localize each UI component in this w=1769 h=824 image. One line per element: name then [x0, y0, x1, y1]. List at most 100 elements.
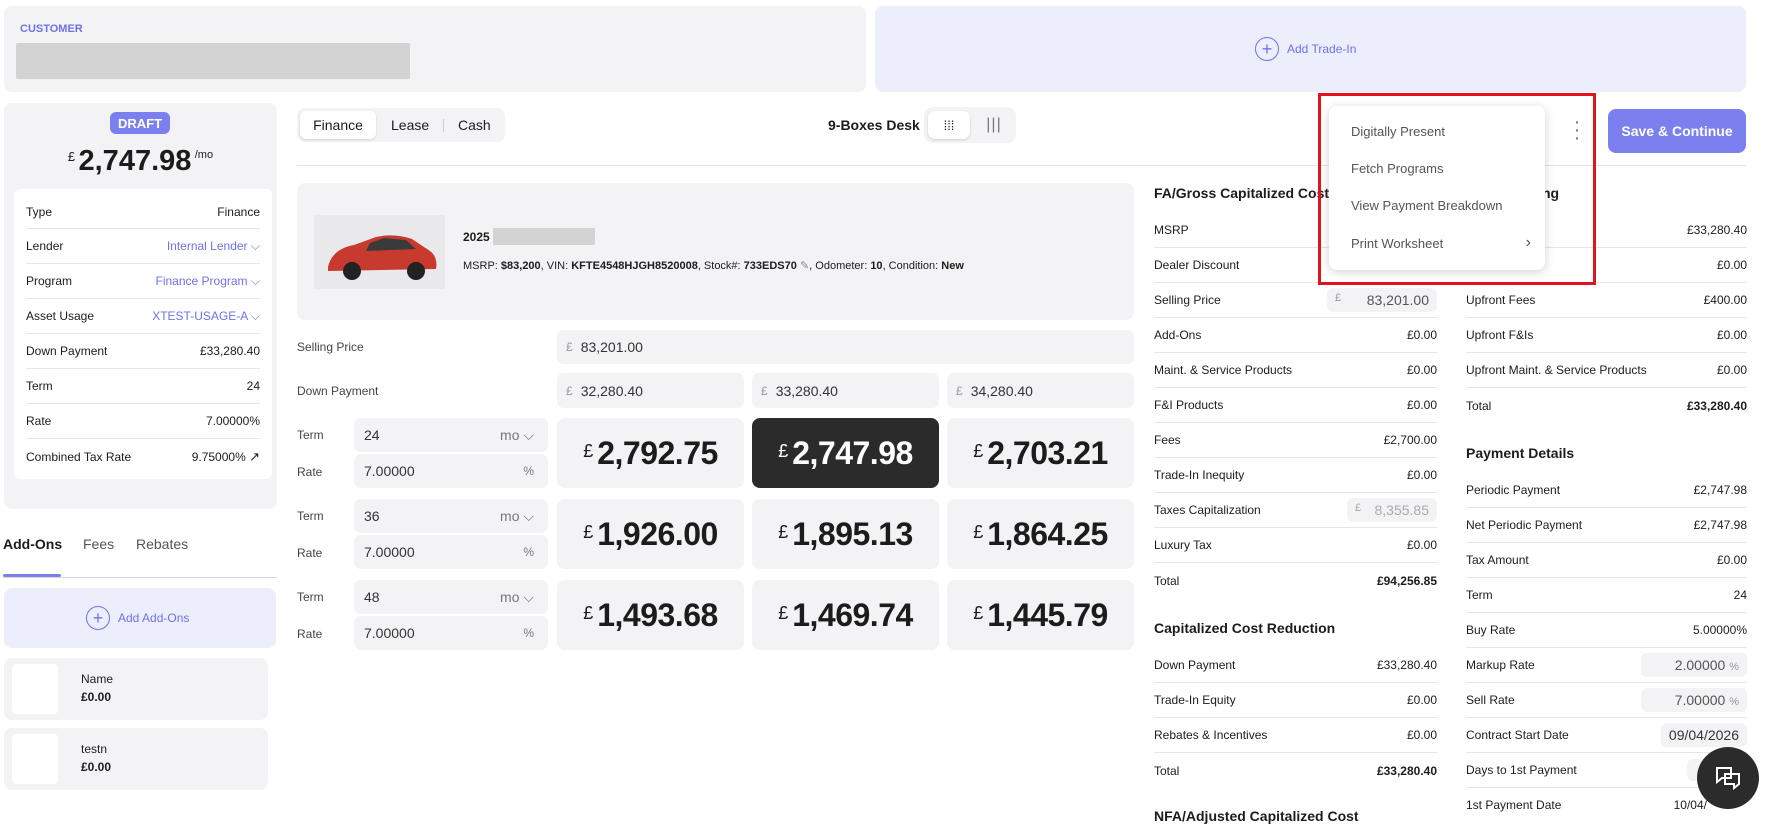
payment-row: Tax Amount £0.00: [1466, 543, 1747, 578]
summary-row-lender[interactable]: Lender Internal Lender ⌵: [26, 229, 260, 264]
chevron-down-icon: ⌵: [250, 273, 260, 288]
payment-cell[interactable]: £2,792.75: [557, 418, 744, 488]
sell-rate-field[interactable]: 7.00000 %: [1641, 688, 1747, 712]
fa-title: FA/Gross Capitalized Cost: [1154, 185, 1330, 201]
summary-row-program[interactable]: Program Finance Program ⌵: [26, 264, 260, 299]
chat-support-button[interactable]: [1697, 747, 1759, 809]
payment-cell[interactable]: £1,895.13: [752, 499, 939, 569]
options-menu: Digitally Present Fetch Programs View Pa…: [1329, 106, 1545, 270]
fa-total-row: Total £94,256.85: [1154, 573, 1437, 588]
payment-cell[interactable]: £1,864.25: [947, 499, 1134, 569]
vehicle-year: 2025: [463, 230, 490, 244]
addon-item[interactable]: testn £0.00: [4, 728, 268, 790]
plus-circle-icon: +: [1255, 37, 1279, 61]
fa-row: Add-Ons £0.00: [1154, 318, 1437, 353]
payment-cell[interactable]: £2,703.21: [947, 418, 1134, 488]
down-payment-input-2[interactable]: £33,280.40: [752, 373, 939, 408]
grid-view-icon[interactable]: ⁞⁞⁞: [928, 111, 970, 139]
selling-price-field[interactable]: £83,201.00: [1327, 288, 1437, 312]
summary-row-term: Term 24: [26, 369, 260, 404]
customer-label: CUSTOMER: [20, 23, 83, 35]
rate-input[interactable]: 7.00000%: [354, 616, 548, 650]
customer-name-redacted: [16, 43, 410, 79]
down-payment-input-3[interactable]: £34,280.40: [947, 373, 1134, 408]
menu-item-view-payment-breakdown[interactable]: View Payment Breakdown: [1351, 198, 1503, 213]
vehicle-card: 2025 MSRP: $83,200, VIN: KFTE4548HJGH852…: [297, 183, 1134, 320]
term-input[interactable]: 24 mo ⌵: [354, 418, 548, 452]
arrow-up-right-icon[interactable]: ↗: [249, 449, 260, 464]
tab-rebates[interactable]: Rebates: [136, 536, 188, 552]
ccr-total-row: Total £33,280.40: [1154, 763, 1437, 778]
payment-row: Markup Rate 2.00000 %: [1466, 648, 1747, 683]
customer-card: CUSTOMER: [4, 6, 866, 92]
rate-input[interactable]: 7.00000%: [354, 535, 548, 569]
summary-row-down-payment: Down Payment £33,280.40: [26, 334, 260, 369]
tab-divider: [443, 119, 444, 132]
tab-addons[interactable]: Add-Ons: [3, 536, 62, 552]
menu-item-print-worksheet[interactable]: Print Worksheet ›: [1351, 234, 1531, 252]
term-input[interactable]: 48 mo ⌵: [354, 580, 548, 614]
addon-thumbnail: [12, 664, 58, 714]
term-label: Term: [297, 509, 324, 523]
term-input[interactable]: 36 mo ⌵: [354, 499, 548, 533]
summary-row-asset-usage[interactable]: Asset Usage XTEST-USAGE-A ⌵: [26, 299, 260, 334]
tab-finance[interactable]: Finance: [300, 111, 376, 139]
ccr-row: Down Payment £33,280.40: [1154, 648, 1437, 683]
payment-details-title: Payment Details: [1466, 445, 1575, 461]
payment-row: Buy Rate 5.00000%: [1466, 613, 1747, 648]
tab-lease[interactable]: Lease: [391, 117, 429, 133]
addon-price: £0.00: [81, 760, 112, 774]
chat-icon: [1716, 767, 1740, 791]
summary-per: /mo: [194, 149, 214, 161]
desk-view-toggle: ⁞⁞⁞ |||: [924, 107, 1016, 143]
addon-name: testn: [81, 742, 108, 756]
payment-row: Contract Start Date 09/04/2026: [1466, 718, 1747, 753]
rate-label: Rate: [297, 465, 323, 479]
edit-pencil-icon[interactable]: ✎: [800, 260, 809, 272]
menu-item-digitally-present[interactable]: Digitally Present: [1351, 124, 1445, 139]
columns-view-icon[interactable]: |||: [978, 113, 1010, 137]
deal-type-tabs: Finance Lease Cash: [297, 108, 505, 142]
taxes-capitalization-field[interactable]: £8,355.85: [1347, 498, 1437, 522]
down-payment-input-1[interactable]: £32,280.40: [557, 373, 744, 408]
save-continue-button[interactable]: Save & Continue: [1608, 109, 1746, 153]
add-addons-button[interactable]: + Add Add-Ons: [4, 588, 276, 648]
fa-row: Trade-In Inequity £0.00: [1154, 458, 1437, 493]
fa-row: Fees £2,700.00: [1154, 423, 1437, 458]
chevron-right-icon: ›: [1525, 234, 1531, 251]
addon-name: Name: [81, 672, 114, 686]
summary-currency: £: [67, 149, 76, 164]
down-payment-label: Down Payment: [297, 384, 379, 398]
menu-item-fetch-programs[interactable]: Fetch Programs: [1351, 161, 1443, 176]
addon-item[interactable]: Name £0.00: [4, 658, 268, 720]
tab-addons-underline: [3, 574, 61, 577]
add-addons-label: Add Add-Ons: [118, 611, 190, 625]
upfront-total-row: Total £33,280.40: [1466, 398, 1747, 413]
chevron-down-icon: ⌵: [250, 308, 260, 323]
rate-label: Rate: [297, 627, 323, 641]
fa-row: F&I Products £0.00: [1154, 388, 1437, 423]
payment-cell[interactable]: £1,926.00: [557, 499, 744, 569]
desk-label: 9-Boxes Desk: [828, 117, 920, 133]
vehicle-image: [314, 215, 445, 289]
fa-row: Luxury Tax £0.00: [1154, 528, 1437, 563]
payment-cell[interactable]: £1,469.74: [752, 580, 939, 650]
status-badge: DRAFT: [110, 112, 170, 134]
payment-cell-selected[interactable]: £2,747.98: [752, 418, 939, 488]
add-trade-in-label: Add Trade-In: [1287, 42, 1357, 56]
payment-row: Periodic Payment £2,747.98: [1466, 473, 1747, 508]
vehicle-model-redacted: [493, 228, 595, 245]
markup-rate-field[interactable]: 2.00000 %: [1641, 653, 1747, 677]
tab-cash[interactable]: Cash: [458, 117, 491, 133]
add-trade-in-card[interactable]: + Add Trade-In: [875, 6, 1746, 92]
payment-cell[interactable]: £1,445.79: [947, 580, 1134, 650]
payment-row: Net Periodic Payment £2,747.98: [1466, 508, 1747, 543]
contract-start-date-field[interactable]: 09/04/2026: [1660, 723, 1747, 747]
rate-label: Rate: [297, 546, 323, 560]
payment-cell[interactable]: £1,493.68: [557, 580, 744, 650]
tab-fees[interactable]: Fees: [83, 536, 114, 552]
rate-input[interactable]: 7.00000%: [354, 454, 548, 488]
summary-row-type: Type Finance: [26, 195, 260, 229]
summary-details: Type Finance Lender Internal Lender ⌵ Prog…: [14, 189, 272, 479]
selling-price-input[interactable]: £83,201.00: [557, 330, 1134, 364]
